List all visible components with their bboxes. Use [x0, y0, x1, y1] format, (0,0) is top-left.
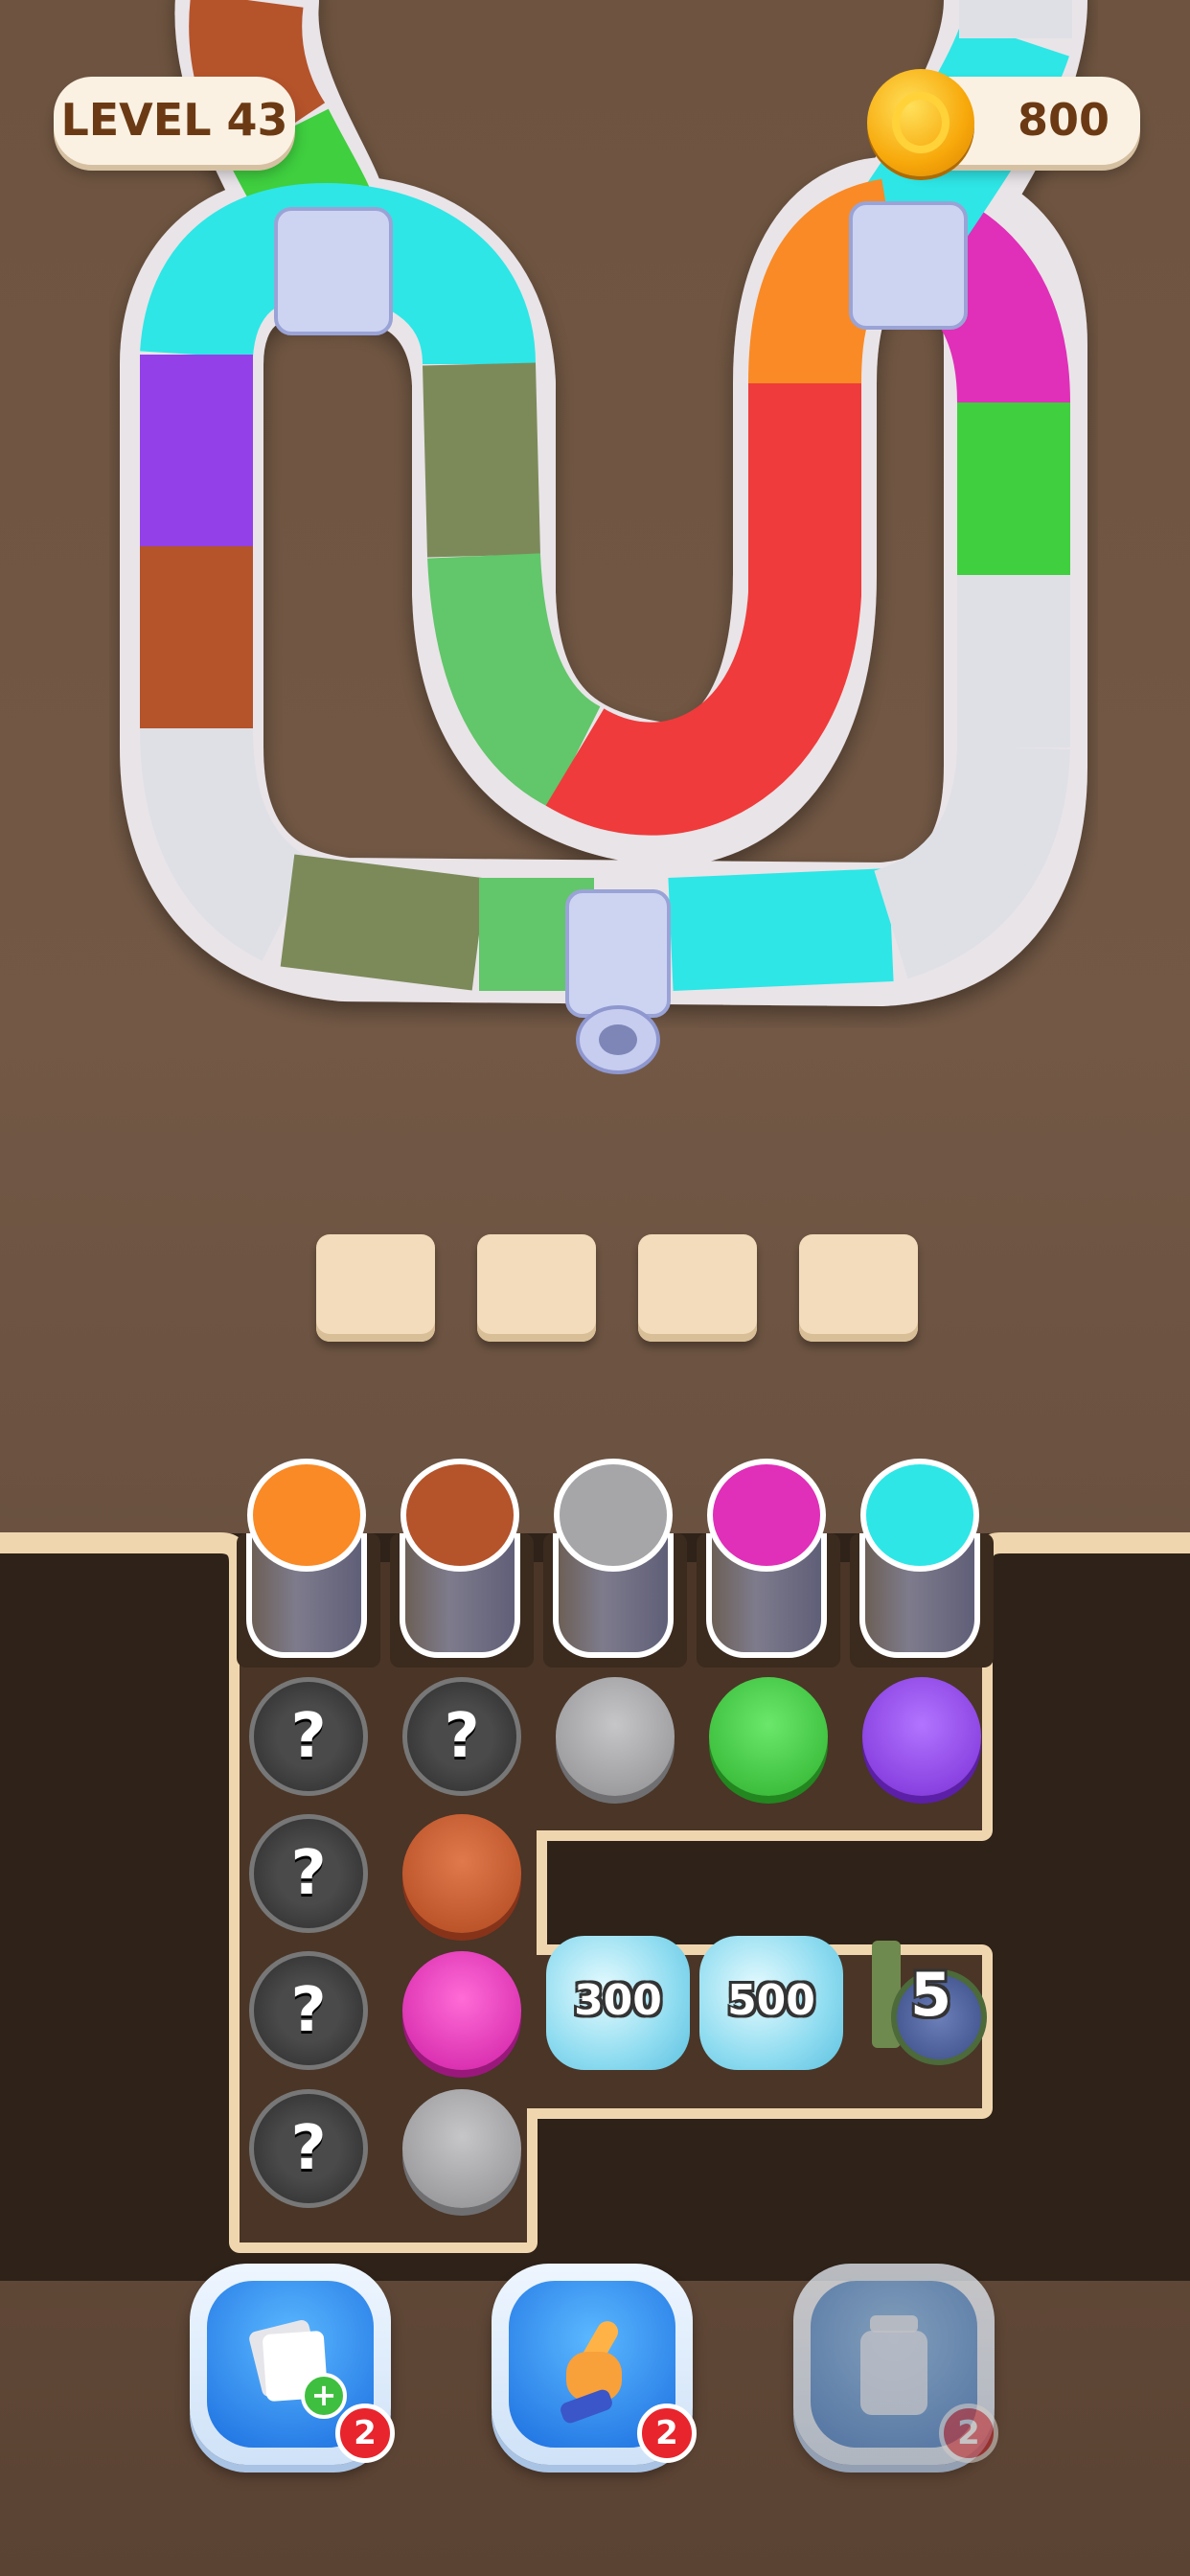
hidden-cap[interactable]: ? [249, 1677, 368, 1796]
jar-icon [860, 2315, 927, 2415]
add-cards-booster[interactable]: + 2 [190, 2264, 395, 2465]
color-cap-green[interactable] [709, 1677, 828, 1796]
counter-lock[interactable]: 5 [872, 1941, 987, 2065]
jar-lid [707, 1459, 826, 1572]
color-cap-gray[interactable] [556, 1677, 675, 1796]
booster-count-badge: 2 [939, 2404, 998, 2463]
tube-segment [545, 383, 861, 836]
hidden-cap[interactable]: ? [249, 2089, 368, 2208]
ice-block[interactable]: 300 [546, 1936, 690, 2070]
tube-clamp [274, 207, 393, 335]
holding-slot[interactable] [638, 1234, 757, 1342]
color-cap-gray[interactable] [402, 2089, 521, 2208]
tube-clamp [565, 889, 671, 1018]
level-label: LEVEL 43 [60, 94, 288, 146]
extra-jar-booster[interactable]: 2 [793, 2264, 998, 2465]
level-indicator: LEVEL 43 [54, 77, 295, 165]
pick-booster[interactable]: 2 [492, 2264, 697, 2465]
color-cap-purple[interactable] [862, 1677, 981, 1796]
hidden-cap[interactable]: ? [402, 1677, 521, 1796]
booster-count-badge: 2 [335, 2404, 395, 2463]
tube-clamp [849, 201, 968, 330]
tube-segment [668, 868, 894, 991]
holding-slot[interactable] [799, 1234, 918, 1342]
hidden-cap[interactable]: ? [249, 1951, 368, 2070]
coin-amount: 800 [1017, 94, 1110, 146]
booster-count-badge: 2 [637, 2404, 697, 2463]
pointing-hand-icon [555, 2317, 631, 2426]
jar-lid [247, 1459, 366, 1572]
jar-lid [400, 1459, 519, 1572]
gold-coin-icon [867, 69, 974, 176]
tube-segment [423, 362, 540, 558]
jar-lid [860, 1459, 979, 1572]
cards-plus-icon: + [245, 2318, 347, 2419]
color-cap-brown[interactable] [402, 1814, 521, 1933]
hidden-cap[interactable]: ? [249, 1814, 368, 1933]
holding-slot[interactable] [477, 1234, 596, 1342]
tube-segment [280, 854, 487, 991]
color-cap-magenta[interactable] [402, 1951, 521, 2070]
counter-value: 5 [910, 1960, 952, 2030]
holding-slot[interactable] [316, 1234, 435, 1342]
jar-lid [554, 1459, 673, 1572]
ice-block[interactable]: 500 [699, 1936, 843, 2070]
